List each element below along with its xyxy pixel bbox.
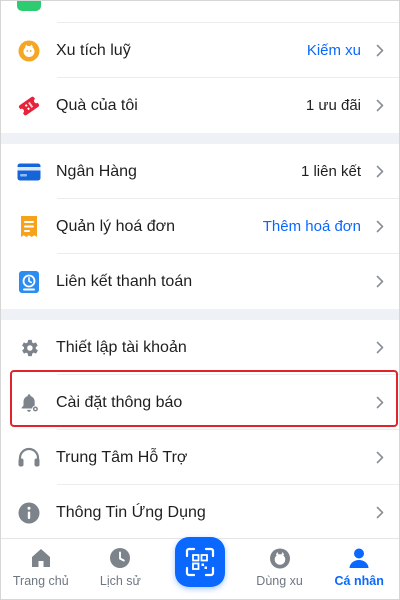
partial-icon: [17, 1, 41, 11]
qr-scan-button[interactable]: [174, 537, 225, 587]
bank-card-icon: [17, 160, 41, 184]
add-bill-link[interactable]: Thêm hoá đơn: [263, 218, 361, 235]
nav-history-label: Lịch sử: [99, 574, 141, 588]
menu-row-label: Quà của tôi: [56, 96, 138, 114]
menu-row-support-center[interactable]: Trung Tâm Hỗ Trợ: [1, 430, 399, 485]
gift-ticket-icon: [17, 94, 41, 118]
person-icon: [348, 545, 370, 571]
coin-icon: [17, 39, 41, 63]
nav-history[interactable]: Lịch sử: [81, 539, 161, 599]
menu-row-payment-link[interactable]: Liên kết thanh toán: [1, 254, 399, 309]
chevron-right-icon: [375, 396, 385, 410]
menu-row-my-gifts[interactable]: Quà của tôi 1 ưu đãi: [1, 78, 399, 133]
menu-row-coins[interactable]: Xu tích luỹ Kiếm xu: [1, 23, 399, 78]
menu-row-app-info[interactable]: Thông Tin Ứng Dụng: [1, 485, 399, 540]
bottom-nav: Trang chủ Lịch sử Dùng xu Cá nhân: [1, 537, 399, 599]
nav-use-coins-label: Dùng xu: [256, 574, 303, 588]
qr-scan-icon: [185, 547, 215, 577]
bank-link-count: 1 liên kết: [300, 163, 361, 180]
chevron-right-icon: [375, 506, 385, 520]
nav-use-coins[interactable]: Dùng xu: [240, 539, 320, 599]
nav-profile-label: Cá nhân: [334, 574, 384, 588]
section-gap: [1, 133, 399, 144]
bell-settings-icon: [17, 391, 41, 415]
menu-row-label: Trung Tâm Hỗ Trợ: [56, 448, 188, 466]
gear-icon: [17, 336, 41, 360]
chevron-right-icon: [375, 99, 385, 113]
menu-row-label: Thông Tin Ứng Dụng: [56, 503, 206, 521]
chevron-right-icon: [375, 451, 385, 465]
screen: Xu tích luỹ Kiếm xu Quà của tôi 1 ưu đãi…: [0, 0, 400, 600]
offers-count: 1 ưu đãi: [305, 97, 361, 114]
nav-home[interactable]: Trang chủ: [1, 539, 81, 599]
menu-row-label: Xu tích luỹ: [56, 41, 131, 59]
menu-row-notification-settings[interactable]: Cài đặt thông báo: [1, 375, 399, 430]
nav-scan[interactable]: [160, 537, 240, 599]
nav-home-label: Trang chủ: [12, 574, 69, 588]
home-icon: [30, 545, 52, 571]
menu-row-label: Thiết lập tài khoản: [56, 338, 187, 356]
chevron-right-icon: [375, 44, 385, 58]
chevron-right-icon: [375, 341, 385, 355]
menu-row-label: Liên kết thanh toán: [56, 272, 193, 290]
menu-row-label: Ngân Hàng: [56, 162, 137, 180]
section-gap: [1, 309, 399, 320]
menu-row-label: Quản lý hoá đơn: [56, 217, 176, 235]
chevron-right-icon: [375, 220, 385, 234]
coin-cat-icon: [269, 545, 291, 571]
menu-row-bank[interactable]: Ngân Hàng 1 liên kết: [1, 144, 399, 199]
menu-row-account-settings[interactable]: Thiết lập tài khoản: [1, 320, 399, 375]
menu-row-label: Cài đặt thông báo: [56, 393, 183, 411]
partial-row-top: [1, 1, 399, 23]
payment-link-icon: [17, 270, 41, 294]
chevron-right-icon: [375, 165, 385, 179]
clock-icon: [109, 545, 131, 571]
info-icon: [17, 501, 41, 525]
bill-icon: [17, 215, 41, 239]
headset-icon: [17, 446, 41, 470]
nav-profile[interactable]: Cá nhân: [319, 539, 399, 599]
chevron-right-icon: [375, 275, 385, 289]
menu-row-bills[interactable]: Quản lý hoá đơn Thêm hoá đơn: [1, 199, 399, 254]
earn-coins-link[interactable]: Kiếm xu: [307, 42, 361, 59]
